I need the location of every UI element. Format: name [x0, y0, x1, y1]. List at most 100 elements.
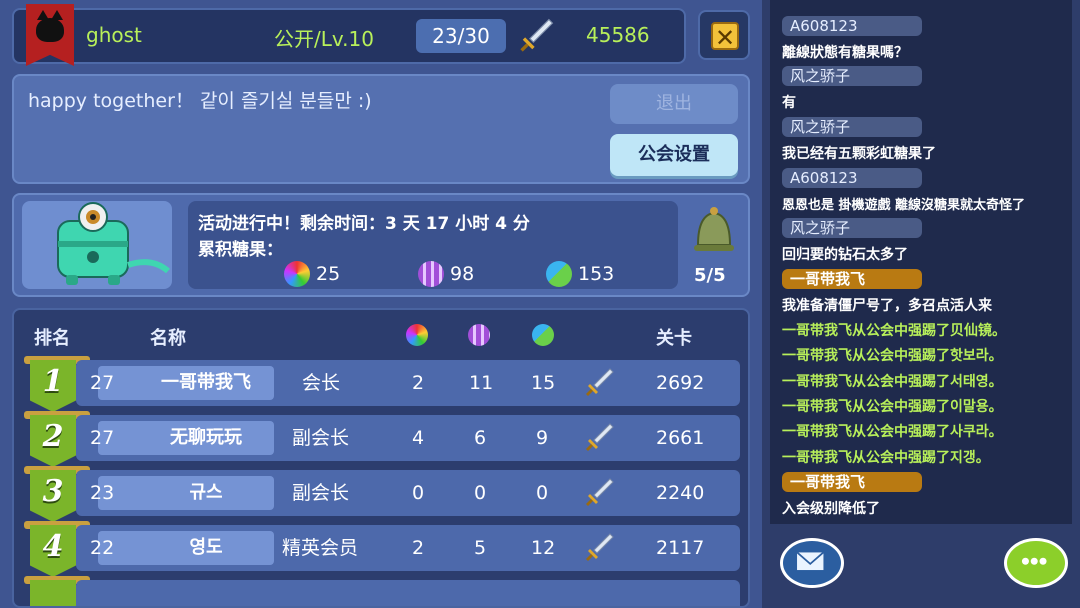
sword-icon	[518, 16, 556, 54]
member-role: 副会长	[292, 427, 350, 449]
rank-number: 2	[42, 419, 64, 454]
guild-panel: ghost 公开/Lv.10 23/30 45586 ✕ happy toget…	[0, 0, 762, 608]
chat-system-message: 一哥带我飞从公会中强踢了사쿠라。	[782, 424, 1003, 440]
candy3-count: 15	[531, 372, 556, 394]
candy2-count: 0	[474, 482, 487, 504]
member-level: 23	[90, 482, 115, 504]
guild-level: 公开/Lv.10	[274, 27, 374, 51]
rank-badge: 1	[30, 360, 76, 412]
chat-message: 我已经有五颗彩虹糖果了	[782, 146, 936, 162]
chat-message: 我准备清僵尸号了，多召点活人来	[782, 298, 992, 314]
member-role: 副会长	[292, 482, 350, 504]
event-info: 活动进行中！剩余时间：3 天 17 小时 4 分 累积糖果： 25 98 153	[188, 201, 678, 289]
sword-icon	[584, 421, 616, 453]
green-candy-icon	[546, 261, 572, 287]
header-stage: 关卡	[656, 328, 692, 349]
chat-message: 回归要的钻石太多了	[782, 247, 908, 263]
guild-banner-icon	[26, 4, 74, 66]
candy3-count: 0	[536, 482, 549, 504]
rainbow-candy-icon	[406, 324, 428, 346]
member-name: 无聊玩玩	[170, 427, 242, 448]
table-row[interactable]: 无聊玩玩 27 副会长 4 6 9 2661	[76, 415, 740, 461]
chat-system-message: 一哥带我飞从公会中强踢了이말용。	[782, 399, 1003, 415]
chat-log[interactable]: A608123 離線狀態有糖果嗎？ 风之骄子 有 风之骄子 我已经有五颗彩虹糖果…	[770, 0, 1072, 524]
rank-number: 4	[42, 529, 64, 564]
candy-rainbow: 25	[284, 261, 340, 287]
chat-sender: 一哥带我飞	[782, 269, 922, 289]
member-level: 22	[90, 537, 115, 559]
table-row[interactable]: 一哥带我飞 27 会长 2 11 15 2692	[76, 360, 740, 406]
event-timer: 活动进行中！剩余时间：3 天 17 小时 4 分	[198, 214, 530, 234]
rank-number: 3	[42, 474, 64, 509]
chat-sender: 一哥带我飞	[782, 472, 922, 492]
player-name: ghost	[86, 23, 142, 47]
guild-settings-button[interactable]: 公会设置	[610, 134, 738, 176]
guild-notice: happy together！ 같이 즐기실 분들만 :) 退出 公会设置	[12, 74, 750, 184]
member-level: 27	[90, 427, 115, 449]
member-name: 영도	[189, 537, 223, 558]
mascot-chest-icon	[22, 201, 172, 289]
close-icon: ✕	[711, 22, 739, 52]
rank-badge: 2	[30, 415, 76, 467]
event-panel: 活动进行中！剩余时间：3 天 17 小时 4 分 累积糖果： 25 98 153…	[12, 193, 750, 297]
member-name: 규스	[189, 482, 223, 503]
table-row[interactable]	[76, 580, 740, 606]
bell-count: 5/5	[694, 265, 726, 286]
rank-badge	[30, 580, 76, 606]
chat-sender: 风之骄子	[782, 218, 922, 238]
candy1-count: 0	[412, 482, 425, 504]
member-stage: 2117	[656, 537, 705, 559]
candy-green: 153	[546, 261, 614, 287]
chat-message: 離線狀態有糖果嗎？	[782, 45, 908, 61]
speech-bubble-icon	[1021, 557, 1047, 565]
exit-button[interactable]: 退出	[610, 84, 738, 124]
purple-candy-icon	[468, 324, 490, 346]
purple-candy-icon	[418, 261, 444, 287]
member-name-box: 규스	[98, 476, 274, 510]
guild-header: ghost 公开/Lv.10 23/30 45586	[12, 4, 686, 66]
header-name: 名称	[150, 328, 186, 349]
member-name-box: 영도	[98, 531, 274, 565]
member-name-box: 一哥带我飞	[98, 366, 274, 400]
notice-text: happy together！ 같이 즐기실 분들만 :)	[28, 90, 372, 112]
member-stage: 2661	[656, 427, 705, 449]
close-button[interactable]: ✕	[698, 10, 750, 60]
candy-purple: 98	[418, 261, 474, 287]
member-count: 23/30	[416, 19, 506, 53]
chat-sender: 风之骄子	[782, 117, 922, 137]
chat-system-message: 一哥带我飞从公会中强踢了핫보라。	[782, 348, 1003, 364]
rank-number: 1	[42, 364, 64, 399]
guild-score: 45586	[586, 23, 650, 47]
sword-icon	[584, 476, 616, 508]
candy-rainbow-count: 25	[316, 263, 341, 285]
chat-system-message: 一哥带我飞从公会中强踢了서태영。	[782, 374, 1003, 390]
candy-green-count: 153	[578, 263, 615, 285]
green-candy-icon	[532, 324, 554, 346]
member-role: 精英会员	[282, 537, 359, 559]
sword-icon	[584, 366, 616, 398]
candy2-count: 11	[469, 372, 494, 394]
chat-button[interactable]	[1004, 538, 1068, 588]
candy2-count: 5	[474, 537, 487, 559]
sword-icon	[584, 531, 616, 563]
cat-emblem-icon	[36, 10, 64, 42]
candy-label: 累积糖果：	[198, 240, 283, 260]
member-level: 27	[90, 372, 115, 394]
rank-badge: 3	[30, 470, 76, 522]
envelope-icon	[795, 550, 826, 572]
candy1-count: 2	[412, 537, 425, 559]
bell-icon[interactable]	[684, 201, 744, 261]
chat-message: 入会级别降低了	[782, 501, 880, 517]
candy1-count: 4	[412, 427, 425, 449]
chat-sender: 风之骄子	[782, 66, 922, 86]
candy1-count: 2	[412, 372, 425, 394]
table-row[interactable]: 영도 22 精英会员 2 5 12 2117	[76, 525, 740, 571]
candy-purple-count: 98	[450, 263, 475, 285]
mail-button[interactable]	[780, 538, 844, 588]
member-role: 会长	[302, 372, 341, 394]
chat-message: 有	[782, 95, 796, 111]
member-stage: 2240	[656, 482, 705, 504]
table-row[interactable]: 규스 23 副会长 0 0 0 2240	[76, 470, 740, 516]
header-rank: 排名	[34, 328, 70, 349]
chat-sender: A608123	[782, 16, 922, 36]
